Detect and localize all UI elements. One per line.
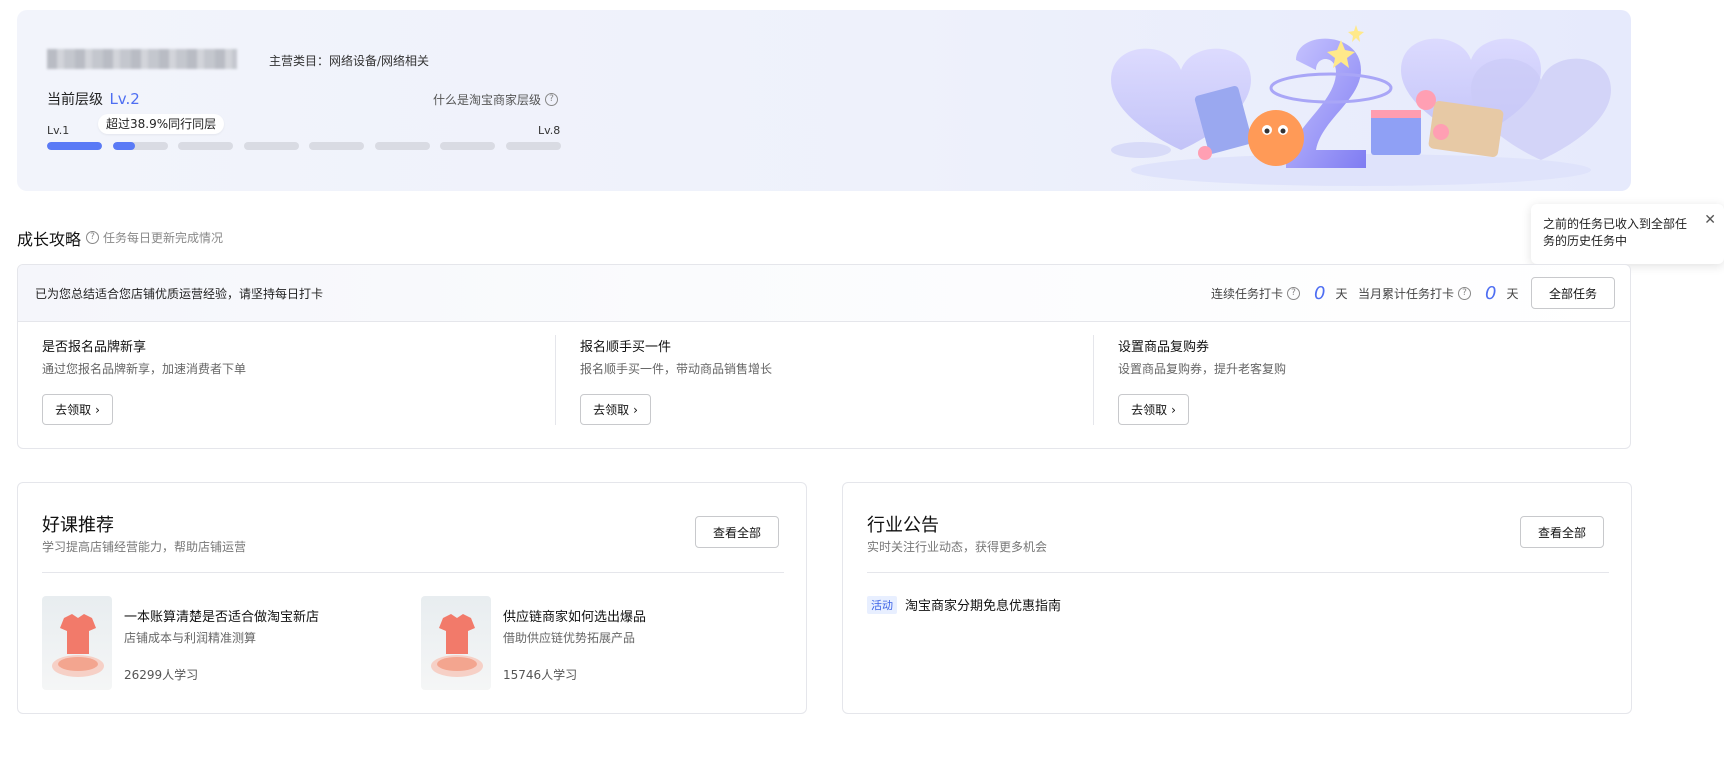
notice-tag: 活动: [867, 595, 897, 614]
help-icon: ?: [545, 93, 559, 106]
level-illustration: [1111, 25, 1611, 186]
history-tasks-tooltip: 之前的任务已收入到全部任务的历史任务中 ✕: [1531, 204, 1724, 264]
course-title: 一本账算清楚是否适合做淘宝新店: [124, 610, 320, 625]
claim-button[interactable]: 去领取 ›: [42, 394, 113, 425]
chevron-right-icon: ›: [95, 402, 100, 417]
task-desc: 报名顺手买一件，带动商品销售增长: [580, 362, 773, 376]
view-all-courses-button[interactable]: 查看全部: [695, 516, 779, 548]
claim-button[interactable]: 去领取 ›: [1118, 394, 1189, 425]
claim-button-label: 去领取: [55, 403, 92, 417]
card-title: 行业公告: [867, 515, 939, 536]
close-icon[interactable]: ✕: [1704, 212, 1716, 229]
growth-subtitle-text: 任务每日更新完成情况: [103, 231, 224, 245]
notice-item[interactable]: 活动 淘宝商家分期免息优惠指南: [867, 595, 1061, 614]
level-progress-segment: [374, 142, 430, 150]
course-learner-count: 15746人学习: [503, 668, 578, 682]
what-is-level-text: 什么是淘宝商家层级: [433, 93, 542, 107]
claim-button-label: 去领取: [593, 403, 630, 417]
level-end-label: Lv.8: [538, 124, 561, 137]
card-subtitle: 学习提高店铺经营能力，帮助店铺运营: [42, 540, 247, 554]
course-item[interactable]: 供应链商家如何选出爆品 借助供应链优势拓展产品 15746人学习: [421, 596, 781, 691]
notice-title: 淘宝商家分期免息优惠指南: [905, 599, 1062, 614]
course-item[interactable]: 一本账算清楚是否适合做淘宝新店 店铺成本与利润精准测算 26299人学习: [42, 596, 402, 691]
claim-button[interactable]: 去领取 ›: [580, 394, 651, 425]
what-is-level-link[interactable]: 什么是淘宝商家层级 ?: [433, 91, 559, 108]
course-desc: 借助供应链优势拓展产品: [503, 631, 636, 645]
tooltip-text: 之前的任务已收入到全部任务的历史任务中: [1543, 217, 1688, 248]
monthly-stat: 当月累计任务打卡 ? 0 天: [1358, 283, 1518, 304]
task-item: 是否报名品牌新享 通过您报名品牌新享，加速消费者下单 去领取 ›: [18, 322, 556, 448]
course-thumbnail: [421, 596, 491, 690]
all-tasks-button[interactable]: 全部任务: [1531, 277, 1615, 309]
help-icon[interactable]: ?: [1458, 287, 1472, 300]
streak-value: 0: [1314, 283, 1326, 304]
task-desc: 通过您报名品牌新享，加速消费者下单: [42, 362, 247, 376]
chevron-right-icon: ›: [633, 402, 638, 417]
course-title: 供应链商家如何选出爆品: [503, 610, 647, 625]
level-banner: 主营类目：网络设备/网络相关 当前层级 Lv.2 什么是淘宝商家层级 ? Lv.…: [17, 10, 1631, 191]
streak-stat: 连续任务打卡 ? 0 天: [1211, 283, 1347, 304]
monthly-label: 当月累计任务打卡: [1358, 287, 1455, 301]
course-desc: 店铺成本与利润精准测算: [124, 631, 257, 645]
monthly-value: 0: [1485, 283, 1497, 304]
task-item: 报名顺手买一件 报名顺手买一件，带动商品销售增长 去领取 ›: [556, 322, 1094, 448]
help-icon[interactable]: ?: [1287, 287, 1301, 300]
streak-unit: 天: [1335, 287, 1348, 301]
current-level-value: Lv.2: [109, 90, 140, 108]
recommended-courses-card: 好课推荐 学习提高店铺经营能力，帮助店铺运营 查看全部 一本账算清楚是否适合做淘…: [17, 482, 807, 714]
help-icon[interactable]: ?: [86, 231, 99, 244]
task-card: 已为您总结适合您店铺优质运营经验，请坚持每日打卡 连续任务打卡 ? 0 天 当月…: [17, 264, 1631, 449]
task-desc: 设置商品复购券，提升老客复购: [1118, 362, 1287, 376]
level-progress-segment: [112, 142, 168, 150]
level-progress-segment: [309, 142, 364, 150]
task-item: 设置商品复购券 设置商品复购券，提升老客复购 去领取 ›: [1094, 322, 1630, 448]
level-progress-segment: [47, 142, 102, 150]
current-level: 当前层级 Lv.2: [47, 89, 140, 109]
task-header-text: 已为您总结适合您店铺优质运营经验，请坚持每日打卡: [35, 287, 324, 301]
task-title: 报名顺手买一件: [580, 340, 672, 355]
growth-section-subtitle: ? 任务每日更新完成情况: [86, 229, 223, 246]
main-category: 主营类目：网络设备/网络相关: [269, 54, 430, 68]
course-thumbnail: [42, 596, 112, 690]
level-start-label: Lv.1: [47, 124, 70, 137]
level-progress-segment: [178, 142, 233, 150]
view-all-notices-button[interactable]: 查看全部: [1520, 516, 1604, 548]
card-divider: [42, 572, 784, 573]
current-level-label: 当前层级: [47, 92, 103, 108]
card-title: 好课推荐: [42, 515, 114, 536]
streak-label: 连续任务打卡: [1211, 287, 1284, 301]
growth-section-title: 成长攻略: [17, 230, 82, 249]
task-card-header: 已为您总结适合您店铺优质运营经验，请坚持每日打卡 连续任务打卡 ? 0 天 当月…: [18, 265, 1630, 322]
task-title: 是否报名品牌新享: [42, 340, 147, 355]
industry-notices-card: 行业公告 实时关注行业动态，获得更多机会 查看全部 活动 淘宝商家分期免息优惠指…: [842, 482, 1632, 714]
shop-name-blurred: [47, 49, 237, 69]
progress-tip-bubble: 超过38.9%同行同层: [98, 114, 225, 134]
card-divider: [867, 572, 1609, 573]
chevron-right-icon: ›: [1171, 402, 1176, 417]
level-progress-fill: [47, 142, 102, 150]
level-progress-segment: [243, 142, 299, 150]
level-progress-segment: [440, 142, 495, 150]
level-progress-fill: [112, 142, 135, 150]
course-learner-count: 26299人学习: [124, 668, 199, 682]
claim-button-label: 去领取: [1131, 403, 1168, 417]
card-subtitle: 实时关注行业动态，获得更多机会: [867, 540, 1048, 554]
task-title: 设置商品复购券: [1118, 340, 1210, 355]
level-progress-segment: [505, 142, 561, 150]
monthly-unit: 天: [1506, 287, 1519, 301]
